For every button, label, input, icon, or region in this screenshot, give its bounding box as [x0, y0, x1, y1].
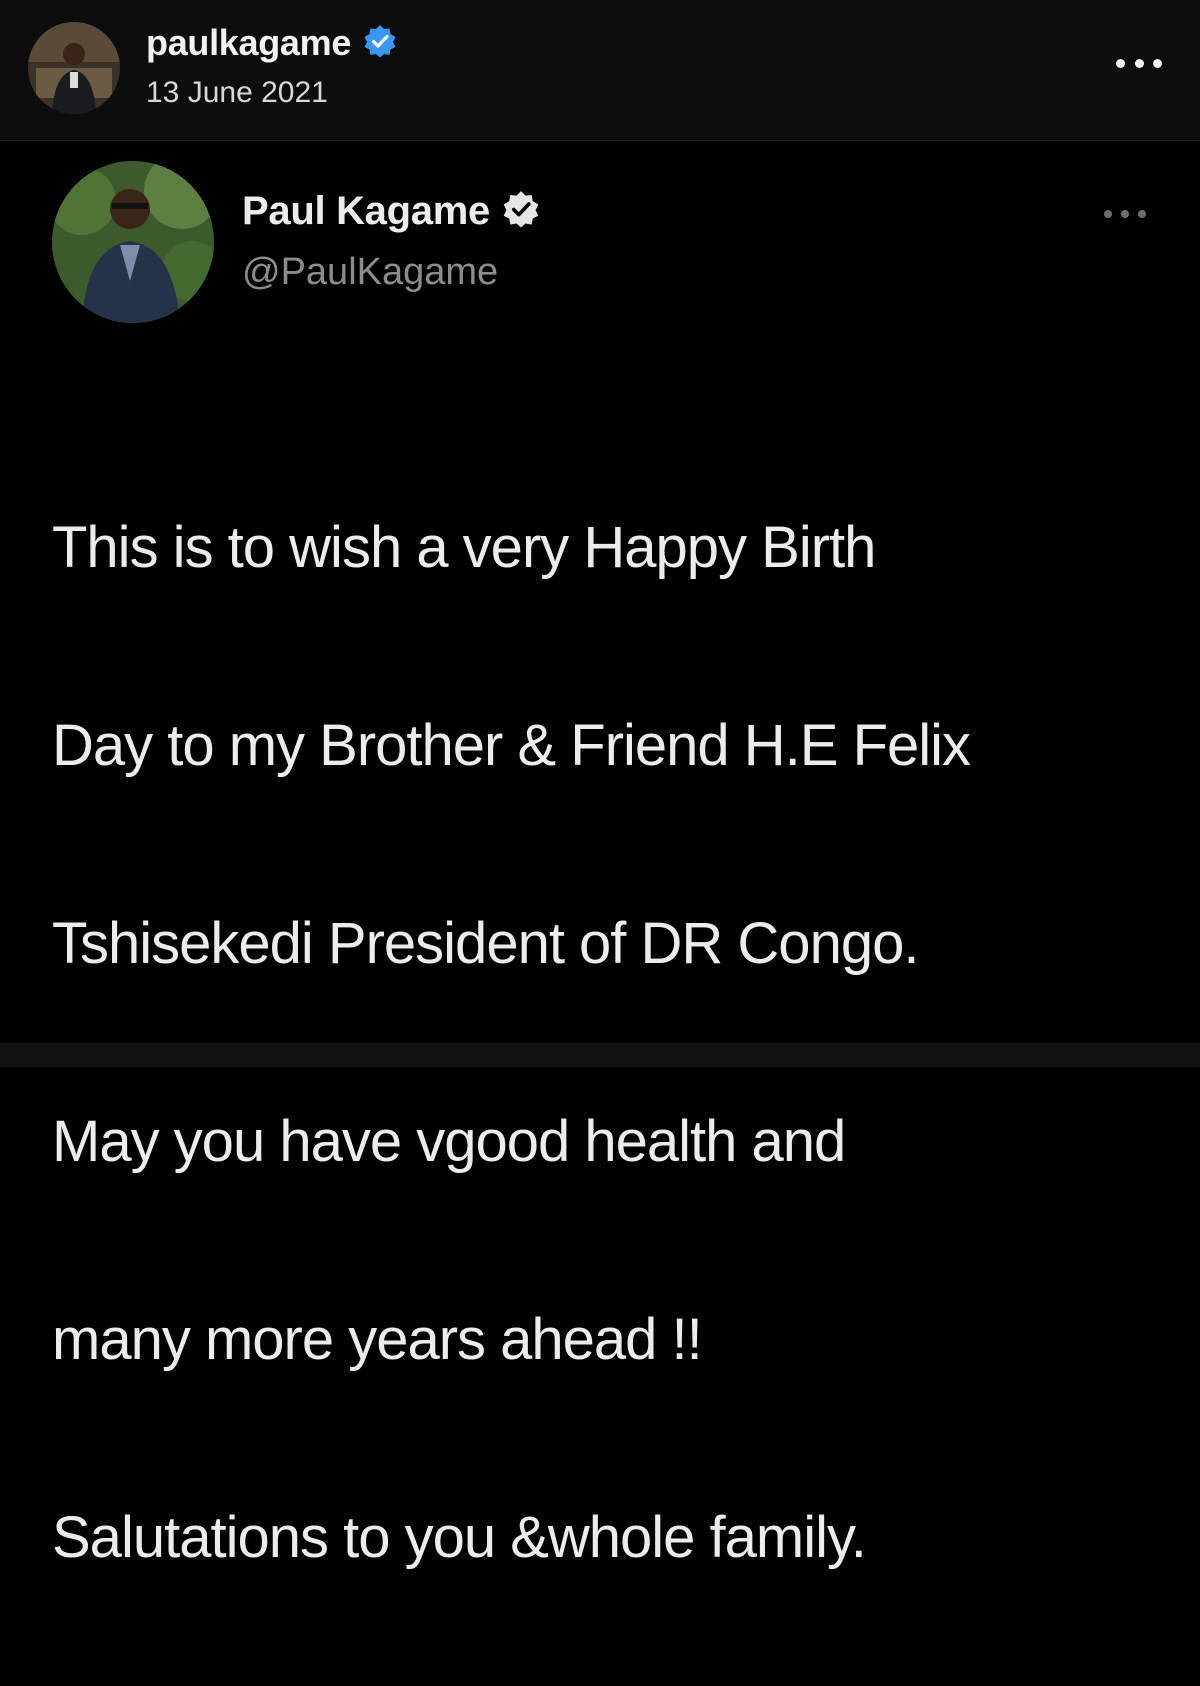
more-options-icon[interactable]	[1116, 50, 1162, 76]
dot	[1138, 210, 1146, 218]
post-date: 13 June 2021	[146, 76, 328, 109]
tweet-screenshot: Paul Kagame @PaulKagame This is to wish …	[0, 141, 1200, 1570]
tweet-display-name: Paul Kagame	[242, 189, 490, 233]
footer-divider	[0, 1043, 1200, 1067]
avatar-photo-icon	[28, 22, 120, 114]
header-avatar[interactable]	[28, 22, 120, 114]
tweet-name-row: Paul Kagame	[242, 189, 540, 234]
dot	[1153, 58, 1162, 68]
dot	[1116, 58, 1125, 68]
verified-badge-icon	[502, 190, 540, 233]
post-header: paulkagame 13 June 2021	[0, 0, 1200, 141]
tweet-text-line: This is to wish a very Happy Birth	[52, 515, 876, 580]
dot	[1104, 210, 1112, 218]
tweet-text-line: May you have vgood health and	[52, 1109, 846, 1174]
tweet-handle: @PaulKagame	[242, 251, 499, 293]
tweet-text-line: Tshisekedi President of DR Congo.	[52, 911, 919, 976]
tweet-text-line: many more years ahead !!	[52, 1307, 703, 1372]
header-name-row: paulkagame	[146, 22, 397, 64]
header-username[interactable]: paulkagame	[146, 22, 351, 64]
dot	[1134, 58, 1144, 68]
tweet-more-icon	[1104, 207, 1146, 221]
verified-badge-icon	[363, 24, 397, 63]
tweet-avatar	[52, 161, 214, 323]
dot	[1121, 210, 1129, 218]
tweet-text-line: Day to my Brother & Friend H.E Felix	[52, 713, 971, 778]
tweet-text-line: Salutations to you &whole family.	[52, 1505, 867, 1570]
avatar-photo-icon	[52, 161, 214, 323]
